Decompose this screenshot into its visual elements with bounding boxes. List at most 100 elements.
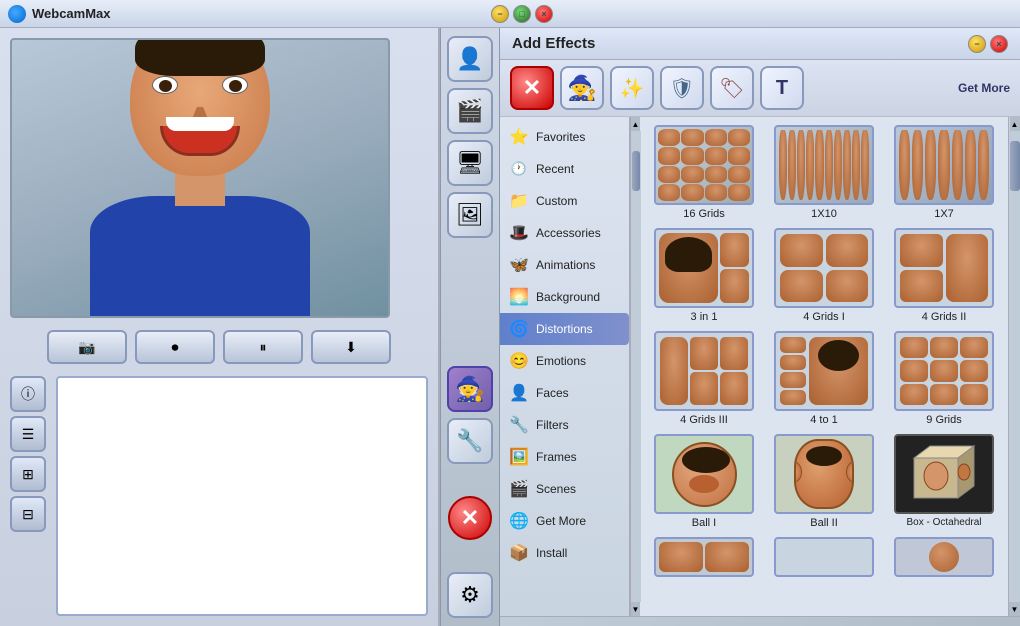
custom-icon: 📁 bbox=[508, 190, 530, 212]
person-eye-left bbox=[152, 76, 178, 94]
scroll-down-arrow[interactable]: ▼ bbox=[631, 602, 641, 616]
effects-scroll-down[interactable]: ▼ bbox=[1010, 602, 1020, 616]
person-hair bbox=[135, 38, 265, 76]
effect-item-4to1[interactable]: 4 to 1 bbox=[768, 331, 880, 426]
effects-scroll-thumb[interactable] bbox=[1010, 141, 1020, 191]
close-button-left[interactable]: × bbox=[535, 5, 553, 23]
gallery-tool-button[interactable]: 🖼 bbox=[447, 192, 493, 238]
category-label-install: Install bbox=[536, 546, 567, 560]
category-item-recent[interactable]: 🕐 Recent bbox=[500, 153, 629, 185]
effects-close-button[interactable]: × bbox=[990, 35, 1008, 53]
effects-bottom-scrollbar[interactable] bbox=[500, 616, 1020, 626]
app-title: WebcamMax bbox=[32, 6, 491, 21]
category-item-favorites[interactable]: ⭐ Favorites bbox=[500, 121, 629, 153]
effect-item-1x7[interactable]: 1X7 bbox=[888, 125, 1000, 220]
category-label-distortions: Distortions bbox=[536, 322, 593, 336]
camera-button[interactable]: 📷 bbox=[47, 330, 127, 364]
effect-thumb-ball2 bbox=[774, 434, 874, 514]
effect-item-box[interactable]: Box - Octahedral bbox=[888, 434, 1000, 529]
category-label-emotions: Emotions bbox=[536, 354, 586, 368]
text-btn[interactable]: T bbox=[760, 66, 804, 110]
effect-item-4gridsi[interactable]: 4 Grids I bbox=[768, 228, 880, 323]
effect-item-partial2[interactable] bbox=[768, 537, 880, 577]
get-more-label[interactable]: Get More bbox=[958, 81, 1010, 95]
category-item-faces[interactable]: 👤 Faces bbox=[500, 377, 629, 409]
effect-thumb-partial2 bbox=[774, 537, 874, 577]
sparkle-btn[interactable]: ✨ bbox=[610, 66, 654, 110]
magic-tool-button[interactable]: 🧙 bbox=[447, 366, 493, 412]
effect-label-1x10: 1X10 bbox=[811, 208, 837, 220]
category-item-custom[interactable]: 📁 Custom bbox=[500, 185, 629, 217]
list-button[interactable]: ☰ bbox=[10, 416, 46, 452]
tools-tool-button[interactable]: 🔧 bbox=[447, 418, 493, 464]
category-item-background[interactable]: 🌅 Background bbox=[500, 281, 629, 313]
category-item-install[interactable]: 📦 Install bbox=[500, 537, 629, 569]
left-panel: 📷 ⏺ ⏸ ⬇ ⓘ ☰ ⊞ ⊟ bbox=[0, 28, 440, 626]
effect-item-partial1[interactable] bbox=[648, 537, 760, 577]
minimize-button[interactable]: − bbox=[491, 5, 509, 23]
avatar-tool-button[interactable]: 👤 bbox=[447, 36, 493, 82]
effect-label-16grids: 16 Grids bbox=[683, 208, 725, 220]
effect-item-4gridsiii[interactable]: 4 Grids III bbox=[648, 331, 760, 426]
effect-label-1x7: 1X7 bbox=[934, 208, 954, 220]
person-body bbox=[90, 196, 310, 316]
settings-tool-button[interactable]: ⚙ bbox=[447, 572, 493, 618]
category-item-getmore[interactable]: 🌐 Get More bbox=[500, 505, 629, 537]
pause-button[interactable]: ⏸ bbox=[223, 330, 303, 364]
category-item-frames[interactable]: 🖼️ Frames bbox=[500, 441, 629, 473]
effects-panel: Add Effects − × ✕ 🧙 ✨ 🛡 🏷 T Get More ⭐ F… bbox=[500, 28, 1020, 626]
maximize-button[interactable]: □ bbox=[513, 5, 531, 23]
category-scrollbar[interactable]: ▲ ▼ bbox=[630, 117, 640, 616]
screen-tool-button[interactable]: 🖥 bbox=[447, 140, 493, 186]
category-item-animations[interactable]: 🦋 Animations bbox=[500, 249, 629, 281]
category-label-faces: Faces bbox=[536, 386, 569, 400]
effects-scroll-track[interactable] bbox=[1009, 131, 1020, 602]
scroll-track[interactable] bbox=[631, 131, 641, 602]
magic-btn[interactable]: 🧙 bbox=[560, 66, 604, 110]
effect-thumb-partial1 bbox=[654, 537, 754, 577]
favorites-icon: ⭐ bbox=[508, 126, 530, 148]
accessories-icon: 🎩 bbox=[508, 222, 530, 244]
layout-button[interactable]: ⊟ bbox=[10, 496, 46, 532]
remove-effect-button[interactable]: ✕ bbox=[448, 496, 492, 540]
video-tool-button[interactable]: 🎬 bbox=[447, 88, 493, 134]
effect-item-4gridsii[interactable]: 4 Grids II bbox=[888, 228, 1000, 323]
frames-icon: 🖼️ bbox=[508, 446, 530, 468]
effect-item-1x10[interactable]: 1X10 bbox=[768, 125, 880, 220]
background-icon: 🌅 bbox=[508, 286, 530, 308]
record-button[interactable]: ⏺ bbox=[135, 330, 215, 364]
effects-grid: 16 Grids bbox=[648, 125, 1000, 529]
category-item-scenes[interactable]: 🎬 Scenes bbox=[500, 473, 629, 505]
add1-btn[interactable]: 🛡 bbox=[660, 66, 704, 110]
info-content bbox=[56, 376, 428, 616]
effect-thumb-4gridsiii bbox=[654, 331, 754, 411]
effects-title: Add Effects bbox=[512, 35, 595, 52]
category-item-distortions[interactable]: 🌀 Distortions bbox=[500, 313, 629, 345]
effect-thumb-box bbox=[894, 434, 994, 514]
effects-scrollbar[interactable]: ▲ ▼ bbox=[1008, 117, 1020, 616]
info-button[interactable]: ⓘ bbox=[10, 376, 46, 412]
effects-minimize-button[interactable]: − bbox=[968, 35, 986, 53]
effects-scroll-up[interactable]: ▲ bbox=[1010, 117, 1020, 131]
add2-btn[interactable]: 🏷 bbox=[710, 66, 754, 110]
effect-item-9grids[interactable]: 9 Grids bbox=[888, 331, 1000, 426]
effect-label-9grids: 9 Grids bbox=[926, 414, 961, 426]
remove-btn[interactable]: ✕ bbox=[510, 66, 554, 110]
category-item-emotions[interactable]: 😊 Emotions bbox=[500, 345, 629, 377]
effect-item-partial3[interactable] bbox=[888, 537, 1000, 577]
effect-label-4gridsiii: 4 Grids III bbox=[680, 414, 728, 426]
download-button[interactable]: ⬇ bbox=[311, 330, 391, 364]
scroll-up-arrow[interactable]: ▲ bbox=[631, 117, 641, 131]
category-label-accessories: Accessories bbox=[536, 226, 601, 240]
category-label-background: Background bbox=[536, 290, 600, 304]
effect-label-box: Box - Octahedral bbox=[906, 517, 981, 528]
effect-item-3in1[interactable]: 3 in 1 bbox=[648, 228, 760, 323]
effect-item-ball1[interactable]: Ball I bbox=[648, 434, 760, 529]
category-item-accessories[interactable]: 🎩 Accessories bbox=[500, 217, 629, 249]
effect-item-16grids[interactable]: 16 Grids bbox=[648, 125, 760, 220]
grid-button[interactable]: ⊞ bbox=[10, 456, 46, 492]
scroll-thumb[interactable] bbox=[632, 151, 640, 191]
category-item-filters[interactable]: 🔧 Filters bbox=[500, 409, 629, 441]
effect-item-ball2[interactable]: Ball II bbox=[768, 434, 880, 529]
person-smile bbox=[160, 126, 240, 156]
